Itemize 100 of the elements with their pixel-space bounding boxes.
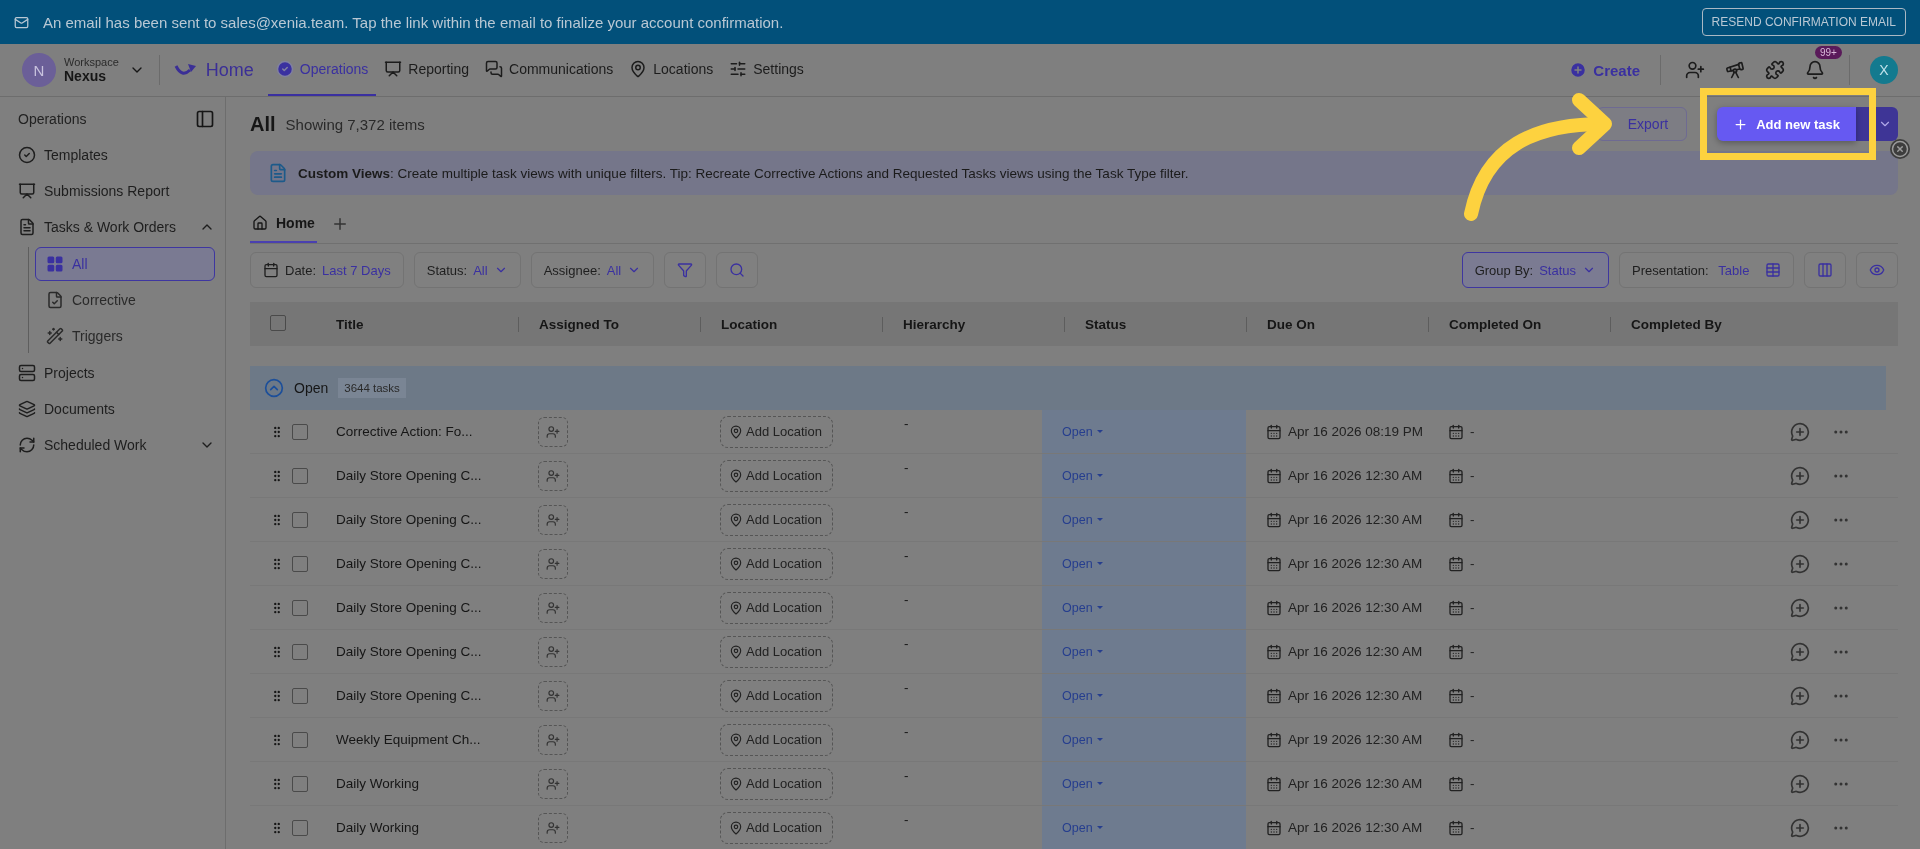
nav-tab[interactable]: Reporting bbox=[376, 44, 478, 96]
add-comment-icon[interactable] bbox=[1790, 465, 1810, 486]
status-select[interactable]: Open bbox=[1042, 586, 1246, 629]
status-select[interactable]: Open bbox=[1042, 630, 1246, 673]
refresh-icon bbox=[18, 436, 36, 454]
sidebar-subitem[interactable]: Triggers bbox=[35, 319, 215, 353]
select-all-checkbox[interactable] bbox=[270, 314, 286, 331]
sidebar-item[interactable]: Projects bbox=[18, 355, 215, 391]
add-location-button[interactable]: Add Location bbox=[720, 635, 833, 668]
nav-tab[interactable]: Communications bbox=[477, 44, 622, 96]
sidebar-subitem[interactable]: All bbox=[35, 247, 215, 281]
add-comment-icon[interactable] bbox=[1790, 421, 1810, 442]
group-by-select[interactable]: Group By: Status bbox=[1461, 252, 1610, 288]
due-date: Apr 16 2026 12:30 AM bbox=[1288, 600, 1423, 615]
status-select[interactable]: Open bbox=[1042, 542, 1246, 585]
assign-button[interactable] bbox=[538, 680, 568, 711]
collapse-sidebar-icon[interactable] bbox=[195, 109, 215, 129]
assign-button[interactable] bbox=[538, 416, 568, 447]
add-task-button[interactable]: Add new task bbox=[1717, 107, 1856, 141]
add-comment-icon[interactable] bbox=[1790, 553, 1810, 574]
close-button[interactable] bbox=[1890, 139, 1910, 159]
visibility-button[interactable] bbox=[1856, 252, 1898, 288]
view-tab[interactable]: Home bbox=[250, 205, 317, 243]
assign-button[interactable] bbox=[538, 768, 568, 799]
status-select[interactable]: Open bbox=[1042, 454, 1246, 497]
add-location-button[interactable]: Add Location bbox=[720, 503, 833, 536]
add-location-button[interactable]: Add Location bbox=[720, 547, 833, 580]
assign-button[interactable] bbox=[538, 548, 568, 579]
row-checkbox[interactable] bbox=[292, 511, 308, 528]
title-cell-text: Daily Store Opening C... bbox=[336, 600, 483, 615]
workspace-name[interactable]: Nexus bbox=[64, 68, 119, 84]
user-plus-icon bbox=[546, 688, 560, 703]
workspace-avatar[interactable]: N bbox=[22, 53, 56, 87]
columns-button[interactable] bbox=[1804, 252, 1846, 288]
add-comment-icon[interactable] bbox=[1790, 509, 1810, 530]
assign-button[interactable] bbox=[538, 812, 568, 843]
item-count: Showing 7,372 items bbox=[285, 115, 425, 133]
row-checkbox[interactable] bbox=[292, 687, 308, 704]
row-checkbox[interactable] bbox=[292, 775, 308, 792]
document-icon bbox=[18, 218, 36, 236]
sidebar-subitem[interactable]: Corrective bbox=[35, 283, 215, 317]
title-cell-text: Daily Store Opening C... bbox=[336, 512, 483, 527]
nav-tab[interactable]: Operations bbox=[267, 44, 377, 96]
filter-chip[interactable]: Status: All bbox=[413, 252, 521, 288]
assign-button[interactable] bbox=[538, 592, 568, 623]
filter-chip[interactable]: Date: Last 7 Days bbox=[250, 252, 404, 288]
search-button[interactable] bbox=[716, 252, 759, 288]
filter-button[interactable] bbox=[664, 252, 707, 288]
hierarchy-cell-text: - bbox=[903, 767, 910, 783]
completed-date: - bbox=[1470, 776, 1475, 791]
presentation-icon bbox=[18, 182, 36, 200]
user-avatar[interactable]: X bbox=[1870, 56, 1898, 84]
add-location-button[interactable]: Add Location bbox=[720, 459, 833, 492]
status-select[interactable]: Open bbox=[1042, 674, 1246, 717]
add-comment-icon[interactable] bbox=[1790, 685, 1810, 706]
status-select[interactable]: Open bbox=[1042, 806, 1246, 849]
row-checkbox[interactable] bbox=[292, 423, 308, 440]
row-checkbox[interactable] bbox=[292, 555, 308, 572]
due-date: Apr 19 2026 12:30 AM bbox=[1288, 732, 1423, 747]
add-location-button[interactable]: Add Location bbox=[720, 679, 833, 712]
status-select[interactable]: Open bbox=[1042, 498, 1246, 541]
add-location-button[interactable]: Add Location bbox=[720, 723, 833, 756]
assign-button[interactable] bbox=[538, 504, 568, 535]
nav-tab[interactable]: Locations bbox=[621, 44, 722, 96]
row-checkbox[interactable] bbox=[292, 599, 308, 616]
add-comment-icon[interactable] bbox=[1790, 597, 1810, 618]
add-location-button[interactable]: Add Location bbox=[720, 767, 833, 800]
row-checkbox[interactable] bbox=[292, 819, 308, 836]
calendar-icon bbox=[1266, 775, 1282, 792]
assign-button[interactable] bbox=[538, 460, 568, 491]
columns-icon bbox=[1817, 262, 1833, 278]
presentation-select[interactable]: Presentation: Table bbox=[1619, 252, 1794, 288]
add-comment-icon[interactable] bbox=[1790, 773, 1810, 794]
add-comment-icon[interactable] bbox=[1790, 817, 1810, 838]
add-location-button[interactable]: Add Location bbox=[720, 415, 833, 448]
status-select[interactable]: Open bbox=[1042, 762, 1246, 805]
row-checkbox[interactable] bbox=[292, 643, 308, 660]
sidebar-item[interactable]: Submissions Report bbox=[18, 173, 215, 209]
nav-tab[interactable]: Settings bbox=[721, 44, 812, 96]
collapse-icon[interactable] bbox=[264, 378, 284, 398]
home-link[interactable]: Home bbox=[173, 59, 254, 81]
status-select[interactable]: Open bbox=[1042, 718, 1246, 761]
resend-button[interactable]: RESEND CONFIRMATION EMAIL bbox=[1701, 8, 1906, 36]
assign-button[interactable] bbox=[538, 636, 568, 667]
sidebar-item[interactable]: Templates bbox=[18, 137, 215, 173]
row-checkbox[interactable] bbox=[292, 731, 308, 748]
sidebar-item[interactable]: Documents bbox=[18, 391, 215, 427]
sidebar-item[interactable]: Scheduled Work bbox=[18, 427, 215, 463]
add-location-button[interactable]: Add Location bbox=[720, 811, 833, 844]
add-comment-icon[interactable] bbox=[1790, 641, 1810, 662]
sidebar-item[interactable]: Tasks & Work Orders bbox=[18, 209, 215, 245]
hierarchy-cell-text: - bbox=[903, 503, 910, 519]
add-location-button[interactable]: Add Location bbox=[720, 591, 833, 624]
row-checkbox[interactable] bbox=[292, 467, 308, 484]
status-select[interactable]: Open bbox=[1042, 410, 1246, 453]
create-button[interactable]: Create bbox=[1563, 60, 1646, 80]
calendar-icon bbox=[1448, 731, 1464, 748]
filter-chip[interactable]: Assignee: All bbox=[530, 252, 655, 288]
add-comment-icon[interactable] bbox=[1790, 729, 1810, 750]
assign-button[interactable] bbox=[538, 724, 568, 755]
